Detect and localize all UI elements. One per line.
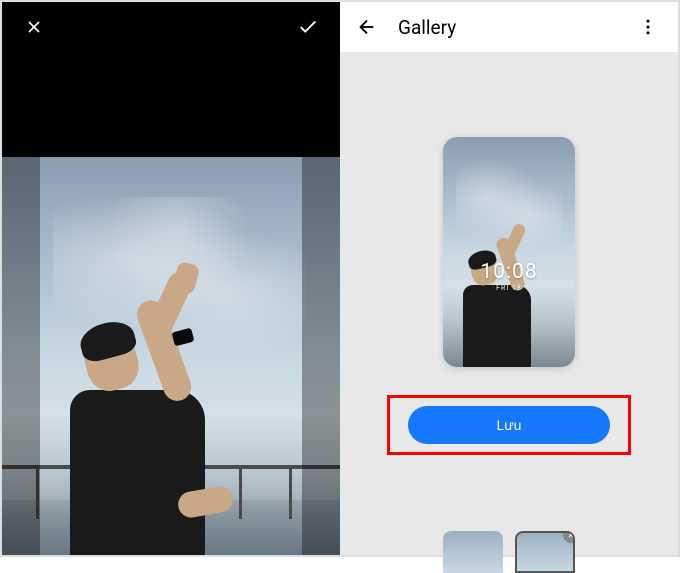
photo-subject — [50, 275, 260, 555]
page-title: Gallery — [398, 16, 618, 39]
editor-spacer — [2, 52, 340, 157]
editor-panel — [2, 2, 340, 555]
crop-overlay-left[interactable] — [2, 157, 40, 555]
save-button-highlight: Lưu — [387, 395, 631, 455]
remove-thumbnail-icon[interactable] — [563, 531, 575, 543]
lockscreen-clock: 10:08 FRI 18 — [443, 260, 575, 292]
gallery-header: Gallery — [340, 2, 678, 52]
back-icon[interactable] — [356, 16, 378, 38]
gallery-panel: Gallery — [340, 2, 678, 555]
wallpaper-preview[interactable]: 10:08 FRI 18 — [443, 137, 575, 367]
photo-crop-area[interactable] — [2, 157, 340, 555]
clock-time: 10:08 — [443, 260, 575, 284]
editor-header — [2, 2, 340, 52]
check-icon[interactable] — [296, 15, 320, 39]
clock-date: FRI 18 — [443, 284, 575, 292]
app-container: Gallery — [0, 0, 680, 557]
save-button[interactable]: Lưu — [408, 406, 610, 444]
photo-background — [2, 157, 340, 555]
thumbnail-strip — [340, 495, 678, 555]
close-icon[interactable] — [22, 15, 46, 39]
thumbnail-item-selected[interactable] — [515, 531, 575, 573]
gallery-content: 10:08 FRI 18 Lưu — [340, 52, 678, 555]
more-icon[interactable] — [638, 17, 658, 37]
preview-background — [443, 137, 575, 367]
crop-overlay-right[interactable] — [302, 157, 340, 555]
thumbnail-item[interactable] — [443, 531, 503, 573]
